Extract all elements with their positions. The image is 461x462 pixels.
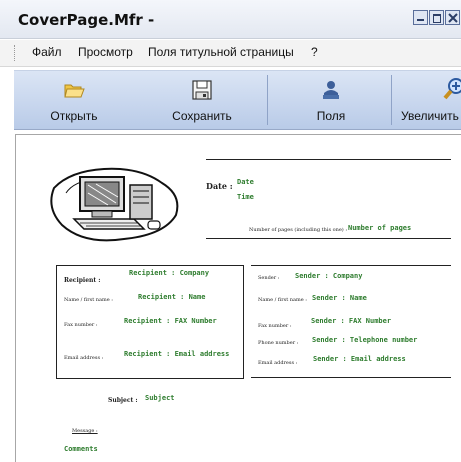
minimize-button[interactable]	[413, 10, 428, 25]
sender-fax-label: Fax number :	[258, 323, 292, 329]
minimize-icon	[417, 19, 424, 21]
date-field[interactable]: Date	[237, 178, 254, 186]
message-label: Message :	[72, 428, 98, 434]
recipient-company-field[interactable]: Recipient : Company	[129, 269, 209, 277]
subject-field[interactable]: Subject	[145, 394, 175, 402]
recipient-fax-label: Fax number :	[64, 322, 98, 328]
save-button[interactable]: Сохранить	[154, 71, 250, 129]
zoom-button[interactable]: Увеличить	[400, 71, 461, 129]
open-label: Открыть	[50, 109, 98, 123]
floppy-disk-icon	[192, 80, 212, 100]
close-icon	[448, 13, 458, 23]
comments-field[interactable]: Comments	[64, 445, 98, 453]
sender-heading: Sender :	[258, 275, 280, 281]
menu-file[interactable]: Файл	[32, 45, 62, 59]
header-bottom-rule	[206, 238, 451, 239]
recipient-email-field[interactable]: Recipient : Email address	[124, 350, 229, 358]
toolbar: Открыть Сохранить Поля Увеличить	[14, 70, 461, 130]
toolbar-separator	[391, 75, 392, 125]
recipient-name-label: Name / first name :	[64, 297, 113, 303]
open-button[interactable]: Открыть	[28, 71, 120, 129]
menu-cover-fields[interactable]: Поля титульной страницы	[148, 45, 294, 59]
sender-name-label: Name / first name :	[258, 297, 307, 303]
window-title: CoverPage.Mfr -	[18, 11, 155, 29]
menu-grip	[14, 45, 18, 61]
recipient-fax-field[interactable]: Recipient : FAX Number	[124, 317, 217, 325]
recipient-heading: Recipient :	[64, 277, 101, 284]
menu-bar: Файл Просмотр Поля титульной страницы ?	[0, 40, 461, 67]
toolbar-separator	[267, 75, 268, 125]
sender-phone-label: Phone number :	[258, 340, 299, 346]
maximize-icon	[433, 14, 441, 23]
maximize-button[interactable]	[429, 10, 444, 25]
title-bar: CoverPage.Mfr -	[0, 0, 461, 39]
zoom-label: Увеличить	[401, 109, 459, 123]
time-field[interactable]: Time	[237, 193, 254, 201]
date-label: Date :	[206, 181, 233, 191]
fields-label: Поля	[316, 109, 346, 123]
menu-help[interactable]: ?	[311, 45, 318, 59]
cover-page-canvas[interactable]: Date : Date Time Number of pages (includ…	[15, 134, 461, 462]
sender-top-rule	[251, 265, 451, 266]
subject-label: Subject :	[108, 397, 138, 404]
header-top-rule	[206, 159, 451, 160]
sender-bottom-rule	[251, 377, 451, 378]
sender-name-field[interactable]: Sender : Name	[312, 294, 367, 302]
folder-open-icon	[64, 84, 85, 98]
sender-email-field[interactable]: Sender : Email address	[313, 355, 406, 363]
sender-company-field[interactable]: Sender : Company	[295, 272, 362, 280]
close-button[interactable]	[445, 10, 460, 25]
fields-button[interactable]: Поля	[286, 71, 376, 129]
sender-fax-field[interactable]: Sender : FAX Number	[311, 317, 391, 325]
sender-phone-field[interactable]: Sender : Telephone number	[312, 336, 417, 344]
computer-clipart	[50, 167, 179, 242]
recipient-email-label: Email address :	[64, 355, 104, 361]
zoom-in-icon	[443, 78, 461, 100]
user-fields-icon	[323, 81, 339, 99]
menu-view[interactable]: Просмотр	[78, 45, 133, 59]
save-label: Сохранить	[172, 109, 232, 123]
pages-label: Number of pages (including this one) :	[249, 227, 348, 233]
pages-field[interactable]: Number of pages	[348, 224, 411, 232]
recipient-name-field[interactable]: Recipient : Name	[138, 293, 205, 301]
sender-email-label: Email address :	[258, 360, 298, 366]
